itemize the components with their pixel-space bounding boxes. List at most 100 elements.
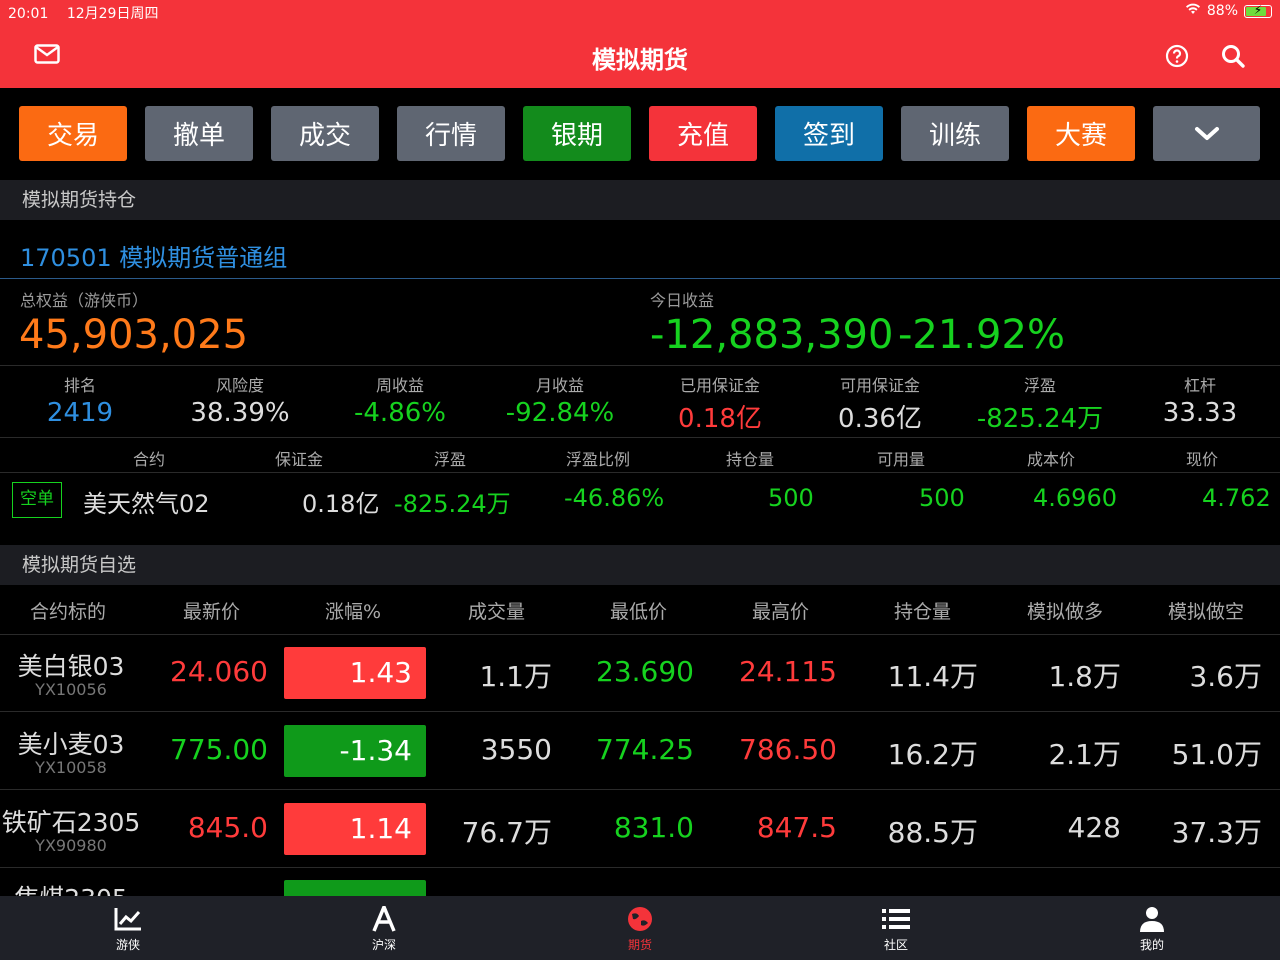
metric-label: 已用保证金 bbox=[679, 376, 760, 395]
tab-label: 游侠 bbox=[115, 938, 140, 952]
button-label: 充值 bbox=[676, 121, 729, 151]
battery-icon: ⚡ bbox=[1244, 3, 1272, 18]
sim-long[interactable]: 1.8万 bbox=[1048, 655, 1121, 695]
volume: 76.7万 bbox=[461, 816, 552, 849]
quotes-button[interactable]: 行情 bbox=[397, 106, 505, 161]
account-group[interactable]: 170501 模拟期货普通组 bbox=[20, 238, 287, 273]
training-button[interactable]: 训练 bbox=[901, 106, 1009, 161]
volume: 1.1万 bbox=[479, 660, 552, 693]
col-header-available: 可用量 bbox=[877, 450, 926, 469]
button-label: 交易 bbox=[46, 121, 99, 151]
bank-futures-button[interactable]: 银期 bbox=[523, 106, 631, 161]
watchlist-section-header: 模拟期货自选 bbox=[0, 545, 1280, 585]
divider bbox=[0, 278, 1280, 279]
divider bbox=[0, 437, 1280, 438]
col-header-short[interactable]: 模拟做空 bbox=[1168, 597, 1244, 624]
contest-button[interactable]: 大赛 bbox=[1027, 106, 1135, 161]
open-interest: 16.2万 bbox=[887, 738, 978, 771]
col-header-margin: 保证金 bbox=[275, 450, 324, 469]
change-badge[interactable]: -1.34 bbox=[284, 725, 426, 777]
change-badge[interactable]: 1.43 bbox=[284, 647, 426, 699]
sim-short[interactable]: 3.6万 bbox=[1189, 655, 1262, 695]
short-tag: 空单 bbox=[12, 482, 62, 518]
equity-value: 45,903,025 bbox=[19, 312, 249, 358]
recharge-button[interactable]: 充值 bbox=[649, 106, 757, 161]
equity-label: 总权益（游侠币） bbox=[20, 291, 149, 310]
sim-long[interactable]: 2.1万 bbox=[1048, 733, 1121, 773]
position-margin: 0.18亿 bbox=[302, 490, 380, 518]
tab-hushen[interactable]: 沪深 bbox=[256, 896, 512, 960]
watchlist-row[interactable]: 焦煤2305 bbox=[0, 869, 1280, 896]
deals-button[interactable]: 成交 bbox=[271, 106, 379, 161]
symbol-name: 美小麦03 bbox=[17, 730, 125, 759]
position-holding: 500 bbox=[768, 484, 814, 512]
tab-youxia[interactable]: 游侠 bbox=[0, 896, 256, 960]
col-header-volume[interactable]: 成交量 bbox=[468, 597, 525, 624]
top-header: 20:01 12月29日周四 88% ⚡ 模拟期货 bbox=[0, 0, 1280, 88]
watchlist-row[interactable]: 美白银03 YX10056 24.060 1.43 1.1万 23.690 24… bbox=[0, 635, 1280, 712]
status-time: 20:01 bbox=[8, 6, 49, 22]
col-header-oi[interactable]: 持仓量 bbox=[894, 597, 951, 624]
cancel-order-button[interactable]: 撤单 bbox=[145, 106, 253, 161]
help-icon[interactable] bbox=[1165, 44, 1189, 68]
metric-value: 2419 bbox=[46, 398, 114, 428]
button-label: 行情 bbox=[424, 121, 477, 151]
col-header-symbol: 合约标的 bbox=[30, 601, 107, 623]
status-bar: 20:01 12月29日周四 bbox=[8, 3, 172, 23]
battery-percent: 88% bbox=[1206, 3, 1238, 19]
col-header-cost: 成本价 bbox=[1027, 450, 1076, 469]
low-price: 831.0 bbox=[613, 811, 694, 844]
metric-value: -92.84% bbox=[505, 398, 615, 428]
high-price: 847.5 bbox=[756, 811, 837, 844]
metric-label: 周收益 bbox=[375, 376, 424, 395]
sim-short[interactable]: 51.0万 bbox=[1172, 733, 1262, 773]
sim-short[interactable]: 37.3万 bbox=[1172, 811, 1262, 851]
positions-section-header: 模拟期货持仓 bbox=[0, 180, 1280, 220]
user-icon bbox=[1140, 907, 1164, 932]
button-label: 签到 bbox=[802, 121, 855, 151]
symbol-name: 铁矿石2305 bbox=[1, 808, 141, 837]
metric-month: 月收益 -92.84% bbox=[480, 372, 640, 428]
tab-community[interactable]: 社区 bbox=[768, 896, 1024, 960]
symbol-name: 焦煤2305 bbox=[0, 879, 142, 896]
list-icon bbox=[882, 909, 910, 929]
tab-futures[interactable]: 期货 bbox=[512, 896, 768, 960]
position-contract: 美天然气02 bbox=[83, 490, 210, 518]
watchlist-row[interactable]: 美小麦03 YX10058 775.00 -1.34 3550 774.25 7… bbox=[0, 713, 1280, 790]
col-header-change[interactable]: 涨幅% bbox=[325, 597, 381, 624]
trade-button[interactable]: 交易 bbox=[19, 106, 127, 161]
button-label: 撤单 bbox=[172, 121, 225, 151]
divider bbox=[0, 472, 1280, 473]
tab-label: 社区 bbox=[883, 938, 908, 952]
low-price: 774.25 bbox=[596, 733, 694, 766]
change-badge[interactable]: 1.14 bbox=[284, 803, 426, 855]
last-price: 775.00 bbox=[170, 733, 268, 766]
col-header-high[interactable]: 最高价 bbox=[752, 597, 809, 624]
metric-value: 33.33 bbox=[1162, 398, 1238, 428]
metric-used-margin: 已用保证金 0.18亿 bbox=[640, 372, 800, 435]
metric-label: 杠杆 bbox=[1183, 376, 1216, 395]
high-price: 24.115 bbox=[739, 655, 837, 688]
open-interest: 88.5万 bbox=[887, 816, 978, 849]
metric-label: 可用保证金 bbox=[839, 376, 920, 395]
col-header-holding: 持仓量 bbox=[726, 450, 775, 469]
search-icon[interactable] bbox=[1220, 43, 1246, 69]
metric-risk: 风险度 38.39% bbox=[160, 372, 320, 428]
metric-value: 0.36亿 bbox=[838, 404, 922, 434]
sim-long[interactable]: 428 bbox=[1068, 811, 1121, 844]
col-header-long[interactable]: 模拟做多 bbox=[1027, 597, 1103, 624]
expand-button[interactable] bbox=[1153, 106, 1260, 161]
status-date: 12月29日周四 bbox=[66, 6, 159, 22]
metric-label: 排名 bbox=[63, 376, 96, 395]
globe-icon bbox=[628, 907, 652, 931]
metric-label: 月收益 bbox=[535, 376, 584, 395]
col-header-low[interactable]: 最低价 bbox=[610, 597, 667, 624]
symbol-code: YX10058 bbox=[35, 758, 107, 777]
col-header-contract: 合约 bbox=[133, 450, 166, 469]
status-right: 88% ⚡ bbox=[1185, 3, 1272, 19]
watchlist-row[interactable]: 铁矿石2305 YX90980 845.0 1.14 76.7万 831.0 8… bbox=[0, 791, 1280, 868]
tab-mine[interactable]: 我的 bbox=[1024, 896, 1280, 960]
checkin-button[interactable]: 签到 bbox=[775, 106, 883, 161]
change-badge[interactable] bbox=[284, 880, 426, 896]
divider bbox=[0, 365, 1280, 366]
